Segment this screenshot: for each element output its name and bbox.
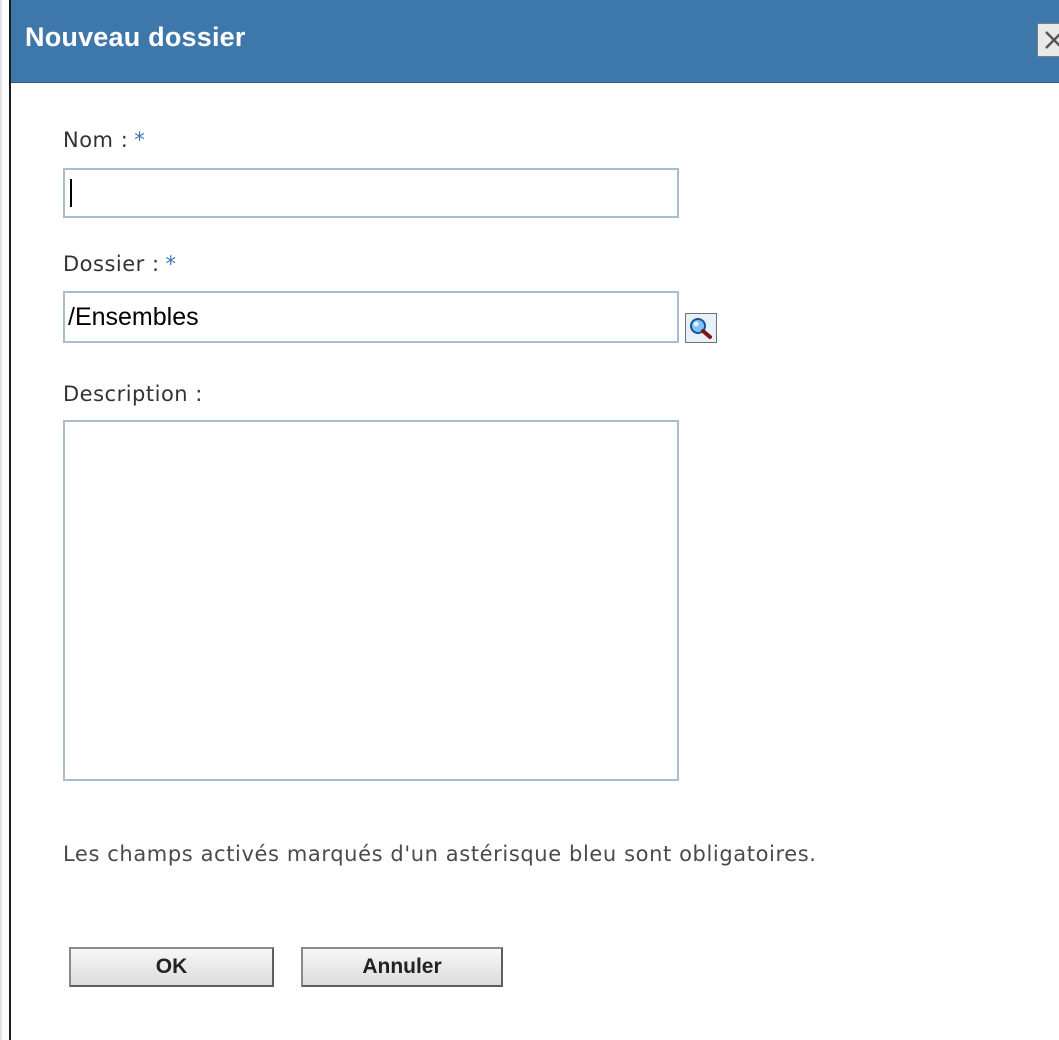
name-label: Nom : *	[63, 128, 145, 152]
text-caret	[70, 179, 72, 207]
magnifier-icon	[690, 318, 712, 339]
dialog-titlebar[interactable]: Nouveau dossier	[11, 0, 1059, 83]
description-label: Description :	[63, 382, 203, 406]
folder-label-text: Dossier :	[63, 252, 160, 276]
name-input[interactable]	[63, 168, 679, 218]
folder-input-value: /Ensembles	[68, 303, 199, 331]
folder-input[interactable]: /Ensembles	[63, 291, 679, 343]
ok-button[interactable]: OK	[69, 947, 274, 987]
required-fields-note: Les champs activés marqués d'un astérisq…	[63, 842, 817, 866]
new-folder-dialog: Nouveau dossier Nom : * Dossier : * /Ensem…	[0, 0, 1059, 1040]
close-icon	[1045, 31, 1059, 49]
close-button[interactable]	[1037, 23, 1059, 57]
folder-required-asterisk: *	[165, 252, 177, 276]
name-required-asterisk: *	[134, 128, 146, 152]
dialog-title: Nouveau dossier	[25, 22, 246, 52]
folder-label: Dossier : *	[63, 252, 177, 276]
browse-folder-button[interactable]	[685, 313, 717, 343]
cancel-button[interactable]: Annuler	[301, 947, 503, 987]
name-label-text: Nom :	[63, 128, 129, 152]
description-textarea[interactable]	[63, 420, 679, 781]
